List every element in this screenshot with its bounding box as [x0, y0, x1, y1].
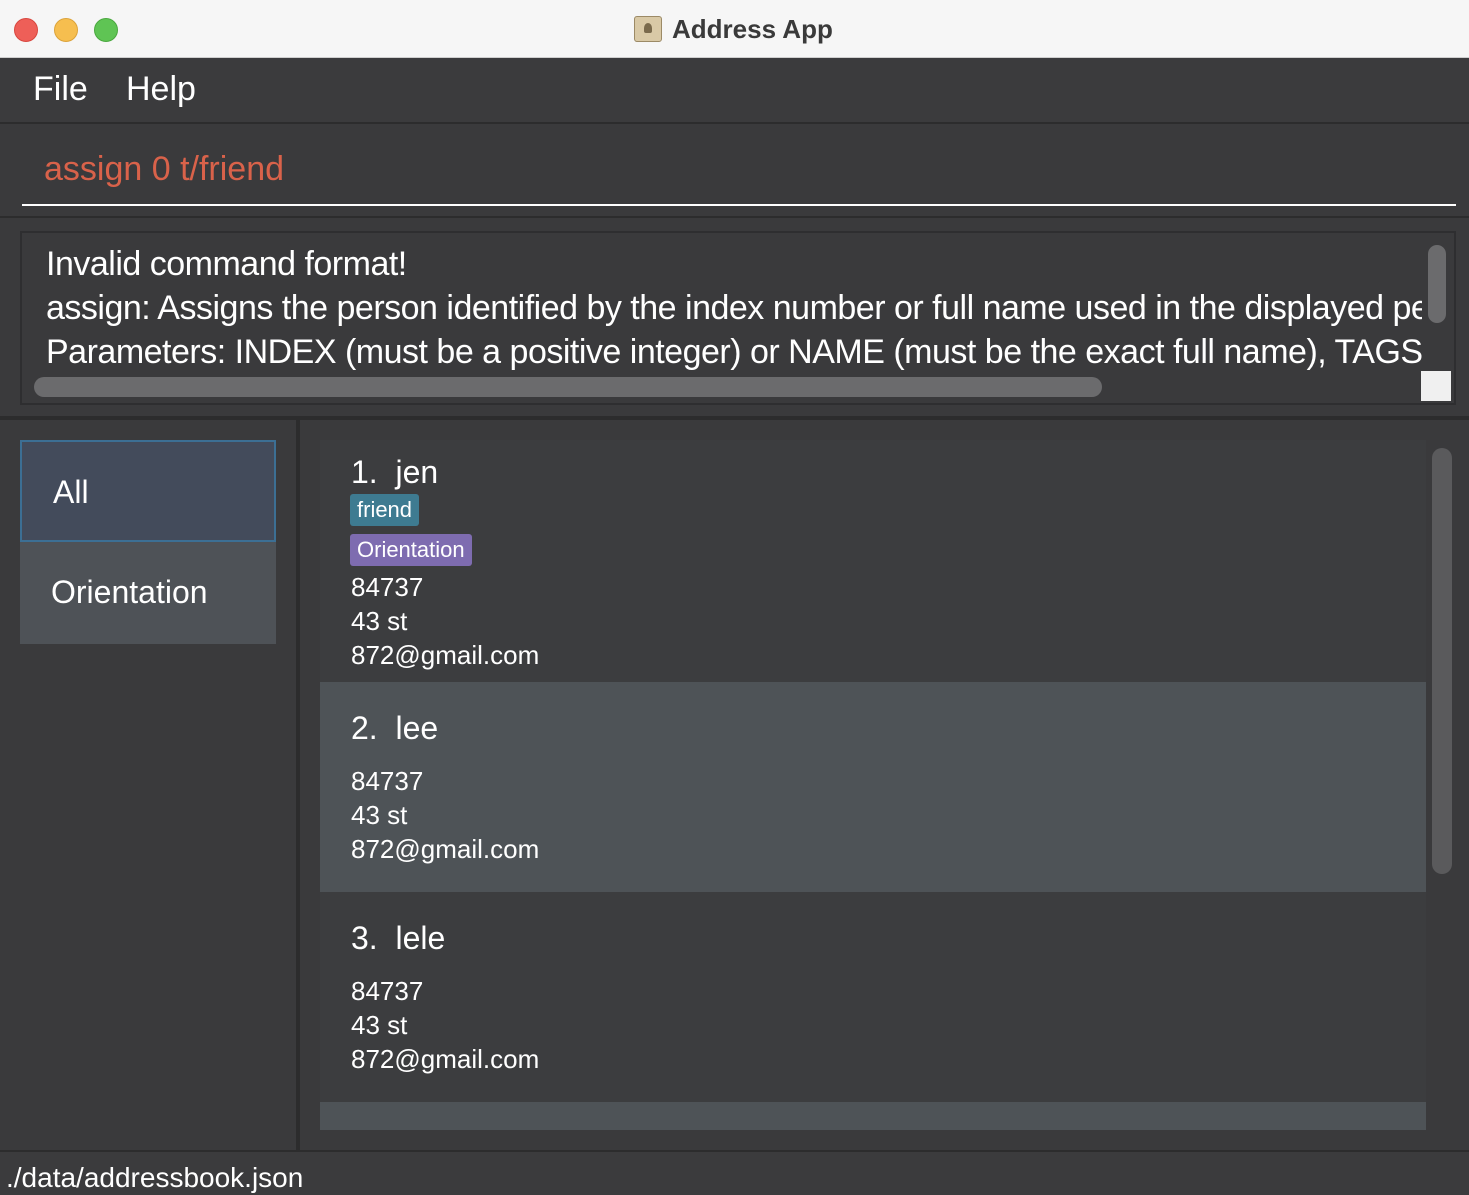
scroll-corner	[1421, 371, 1451, 401]
close-window-button[interactable]	[14, 18, 38, 42]
person-email: 872@gmail.com	[351, 834, 540, 864]
save-location: ./data/addressbook.json	[6, 1162, 304, 1193]
person-address: 43 st	[351, 800, 408, 830]
menu-file[interactable]: File	[33, 70, 88, 109]
menu-bar: File Help	[0, 58, 1469, 124]
sidebar-item-label: Orientation	[51, 574, 208, 610]
tag-badge: friend	[350, 494, 420, 526]
status-bar: ./data/addressbook.json	[0, 1150, 1469, 1195]
window-title: Address App	[672, 14, 833, 44]
person-index: 3.	[351, 920, 378, 956]
result-horizontal-scrollbar[interactable]	[34, 377, 1102, 397]
person-name: 2. lee	[351, 710, 438, 747]
person-index: 1.	[351, 454, 378, 490]
person-phone: 84737	[351, 976, 424, 1006]
result-line: Invalid command format!	[46, 245, 407, 283]
sidebar-item-orientation[interactable]: Orientation	[20, 542, 276, 644]
tag-badge: Orientation	[350, 534, 472, 566]
command-input[interactable]: assign 0 t/friend	[22, 142, 1456, 206]
result-display: Invalid command format! assign: Assigns …	[20, 231, 1456, 405]
command-box: assign 0 t/friend	[0, 124, 1469, 218]
person-address: 43 st	[351, 606, 408, 636]
person-list: 1. jen friend Orientation 84737 43 st 87…	[300, 420, 1469, 1150]
person-email: 872@gmail.com	[351, 1044, 540, 1074]
person-name: 3. lele	[351, 920, 445, 957]
result-text-area[interactable]: Invalid command format! assign: Assigns …	[22, 233, 1422, 373]
result-vertical-scrollbar[interactable]	[1428, 245, 1446, 323]
person-name: 1. jen	[351, 454, 438, 491]
person-name-text: lee	[395, 710, 439, 746]
address-book-icon	[634, 16, 662, 42]
person-phone: 84737	[351, 766, 424, 796]
person-phone: 84737	[351, 572, 424, 602]
result-line: assign: Assigns the person identified by…	[46, 289, 1422, 327]
person-name-text: lele	[395, 920, 446, 956]
sidebar-item-label: All	[53, 474, 89, 510]
person-name-text: jen	[395, 454, 439, 490]
person-index: 2.	[351, 710, 378, 746]
list-vertical-scrollbar[interactable]	[1432, 448, 1452, 874]
minimize-window-button[interactable]	[54, 18, 78, 42]
person-card[interactable]: 3. lele 84737 43 st 872@gmail.com	[320, 892, 1426, 1102]
person-card[interactable]: 2. lee 84737 43 st 872@gmail.com	[320, 682, 1426, 892]
person-email: 872@gmail.com	[351, 640, 540, 670]
menu-help[interactable]: Help	[126, 70, 196, 109]
maximize-window-button[interactable]	[94, 18, 118, 42]
result-line: Parameters: INDEX (must be a positive in…	[46, 333, 1422, 371]
person-card[interactable]: 1. jen friend Orientation 84737 43 st 87…	[320, 440, 1426, 682]
sidebar-item-all[interactable]: All	[20, 440, 276, 542]
person-card[interactable]	[320, 1102, 1426, 1130]
group-sidebar: All Orientation	[0, 420, 296, 1150]
title-bar: Address App	[0, 0, 1469, 58]
person-address: 43 st	[351, 1010, 408, 1040]
